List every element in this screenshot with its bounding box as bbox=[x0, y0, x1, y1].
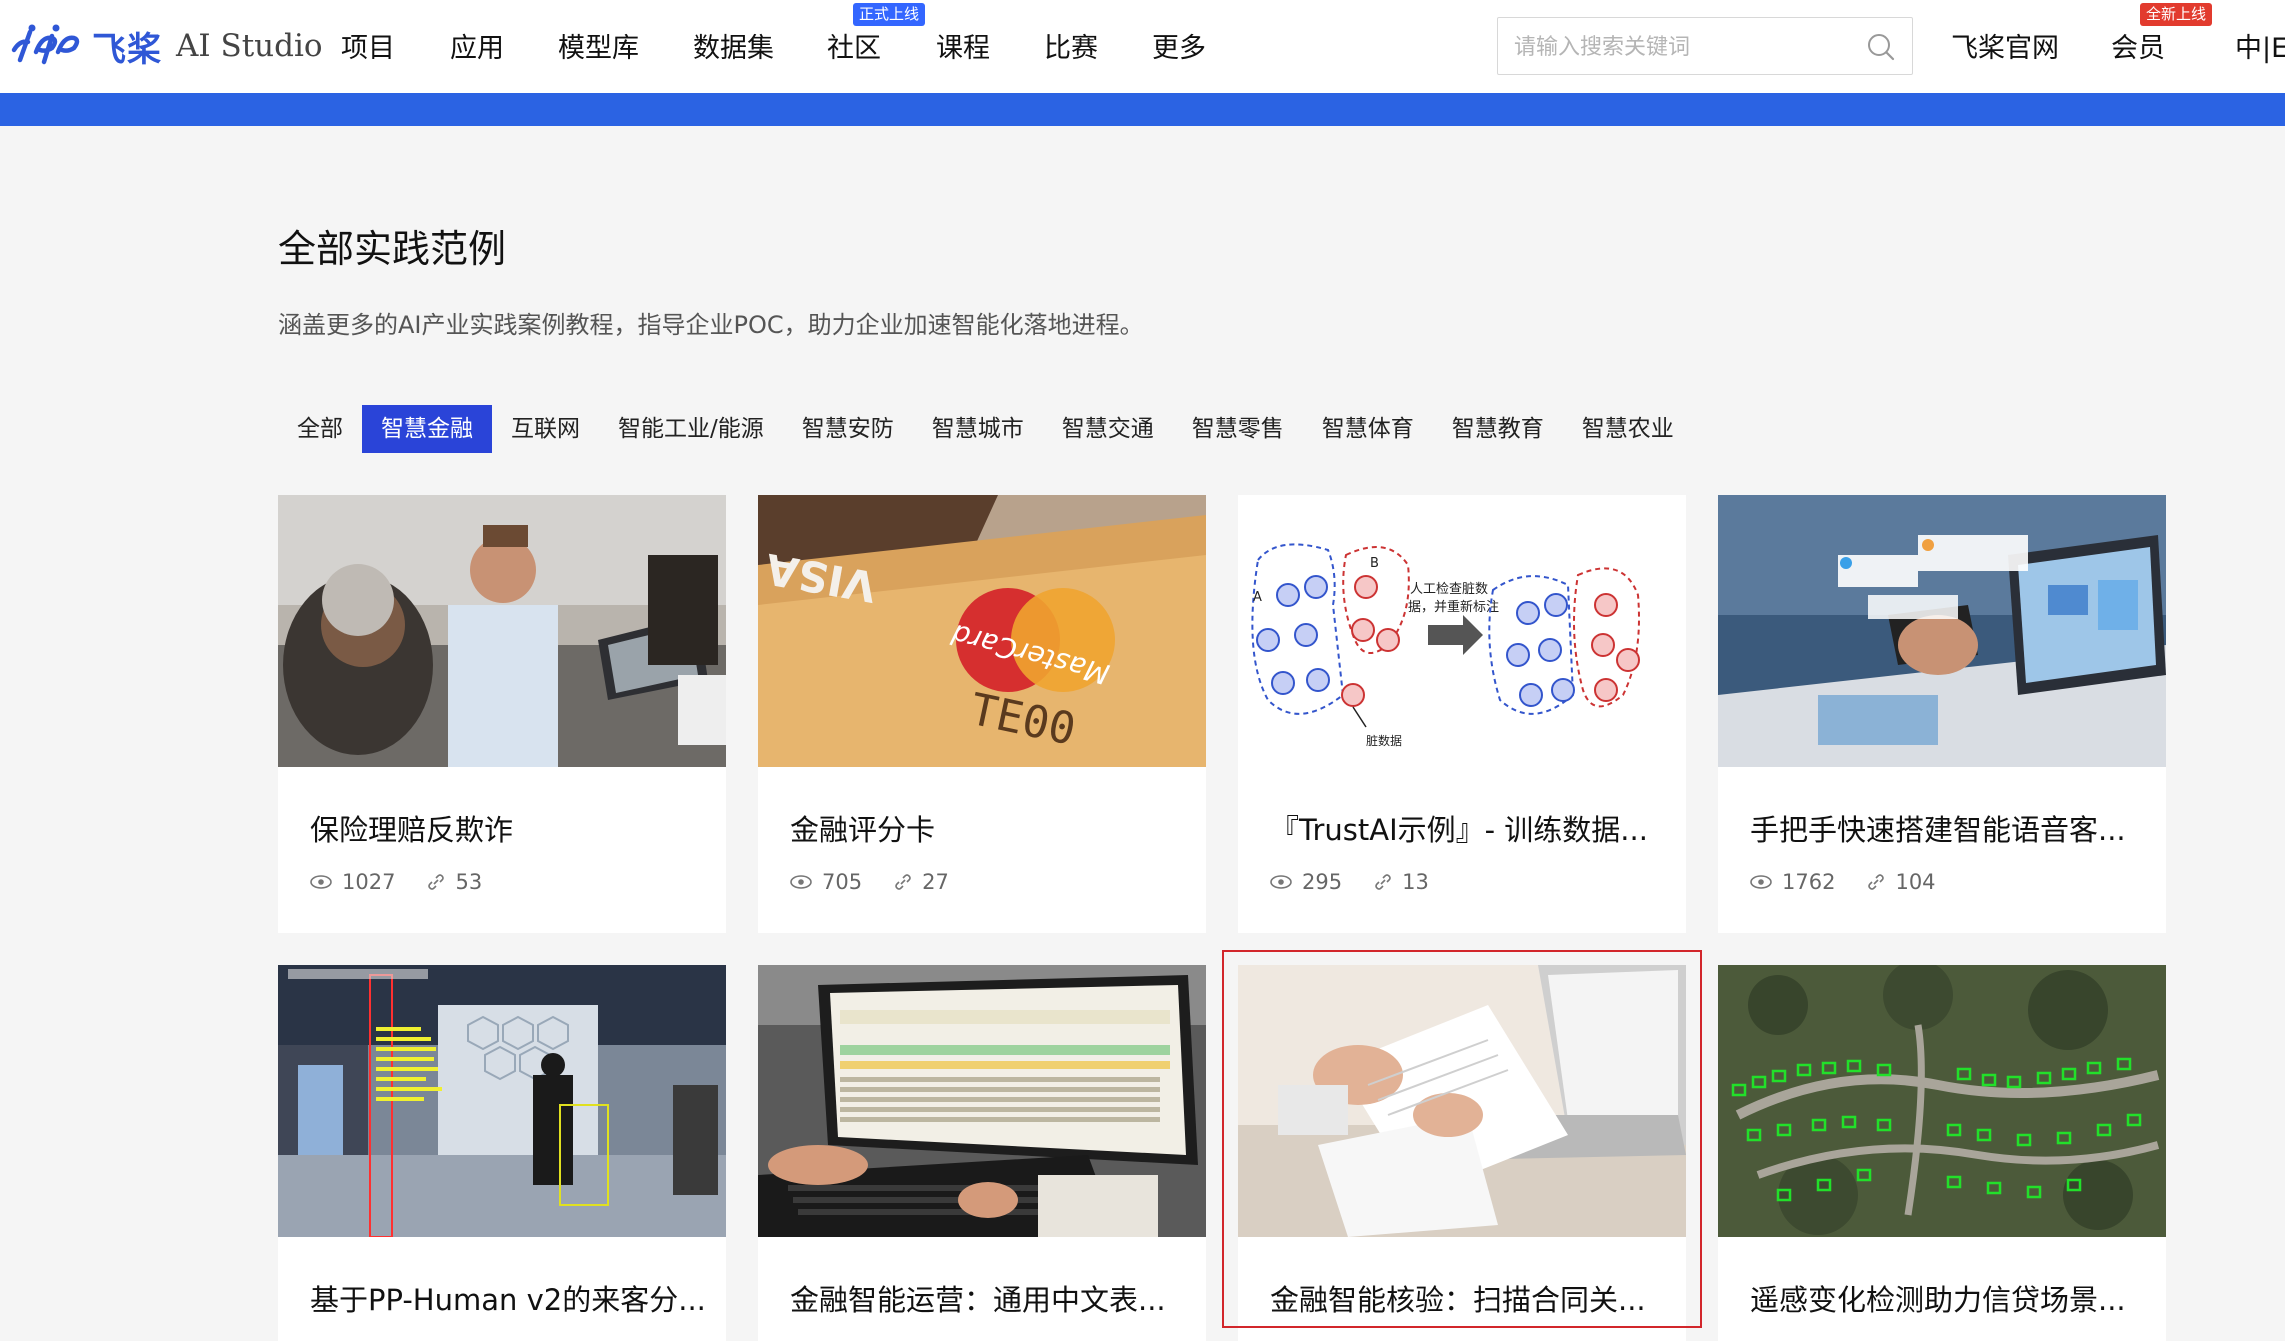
card-title[interactable]: 金融智能运营：通用中文表... bbox=[790, 1277, 1190, 1319]
card-stats: 295 13 bbox=[1270, 870, 1461, 894]
tab-transport[interactable]: 智慧交通 bbox=[1043, 405, 1173, 453]
tab-education[interactable]: 智慧教育 bbox=[1433, 405, 1563, 453]
page-title: 全部实践范例 bbox=[278, 227, 507, 271]
nav-item-competitions[interactable]: 比赛 bbox=[1044, 26, 1098, 65]
eye-icon bbox=[790, 875, 812, 889]
page-subtitle: 涵盖更多的AI产业实践案例教程，指导企业POC，助力企业加速智能化落地进程。 bbox=[278, 311, 1144, 339]
project-card[interactable]: MasterCard VISA TE00 金融评分卡 705 27 bbox=[758, 495, 1206, 933]
eye-icon bbox=[1750, 875, 1772, 889]
card-stats: 1762 104 bbox=[1750, 870, 1968, 894]
tab-retail[interactable]: 智慧零售 bbox=[1173, 405, 1303, 453]
nav-item-datasets[interactable]: 数据集 bbox=[693, 26, 774, 65]
views-count: 705 bbox=[822, 870, 863, 894]
tab-agriculture[interactable]: 智慧农业 bbox=[1563, 405, 1693, 453]
brand-name-en: AI Studio bbox=[176, 28, 323, 64]
project-card[interactable]: 保险理赔反欺诈 1027 53 bbox=[278, 495, 726, 933]
diagram-label-a: A bbox=[1253, 590, 1262, 605]
category-tabs: 全部 智慧金融 互联网 智能工业/能源 智慧安防 智慧城市 智慧交通 智慧零售 … bbox=[278, 405, 1693, 453]
eye-icon bbox=[310, 875, 332, 889]
views-count: 295 bbox=[1302, 870, 1343, 894]
selection-highlight-box bbox=[1222, 950, 1702, 1328]
tab-security[interactable]: 智慧安防 bbox=[783, 405, 913, 453]
diagram-dirty-label: 脏数据 bbox=[1366, 733, 1402, 748]
nav-item-more[interactable]: 更多 bbox=[1152, 26, 1206, 65]
card-thumbnail-voice-service bbox=[1718, 495, 2166, 767]
tab-smart-finance[interactable]: 智慧金融 bbox=[362, 405, 492, 453]
official-site-link[interactable]: 飞桨官网 bbox=[1951, 26, 2059, 65]
project-card[interactable]: 金融智能运营：通用中文表... bbox=[758, 965, 1206, 1341]
card-title[interactable]: 遥感变化检测助力信贷场景... bbox=[1750, 1277, 2150, 1319]
views-stat: 1027 bbox=[310, 870, 395, 894]
tab-internet[interactable]: 互联网 bbox=[492, 405, 599, 453]
brand-name-cn: 飞桨 bbox=[92, 29, 162, 70]
nav-item-apps[interactable]: 应用 bbox=[450, 26, 504, 65]
link-icon bbox=[895, 874, 911, 890]
forks-stat: 27 bbox=[894, 870, 949, 894]
card-thumbnail-credit-cards: MasterCard VISA TE00 bbox=[758, 495, 1206, 767]
card-thumbnail-trustai-diagram: A B 脏数据 人工检查脏数 据，并重新标注 bbox=[1238, 495, 1686, 767]
top-navigation-bar: 飞桨 AI Studio 项目 应用 模型库 数据集 社区 正式上线 课程 比赛… bbox=[0, 0, 2285, 93]
forks-count: 104 bbox=[1895, 870, 1936, 894]
card-title[interactable]: 金融评分卡 bbox=[790, 807, 1190, 849]
forks-count: 13 bbox=[1402, 870, 1429, 894]
link-icon bbox=[1868, 874, 1885, 890]
views-stat: 295 bbox=[1270, 870, 1342, 894]
card-thumbnail-ocr-table bbox=[758, 965, 1206, 1237]
views-count: 1762 bbox=[1782, 870, 1836, 894]
card-title[interactable]: 『TrustAI示例』- 训练数据... bbox=[1270, 807, 1670, 849]
forks-stat: 53 bbox=[427, 870, 482, 894]
nav-item-projects[interactable]: 项目 bbox=[341, 26, 395, 65]
card-thumbnail-meeting bbox=[278, 495, 726, 767]
project-card[interactable]: 手把手快速搭建智能语音客... 1762 104 bbox=[1718, 495, 2166, 933]
diagram-note-line1: 人工检查脏数 bbox=[1410, 582, 1488, 597]
member-link[interactable]: 会员 bbox=[2111, 26, 2165, 65]
nav-item-models[interactable]: 模型库 bbox=[558, 26, 639, 65]
card-thumbnail-remote-sensing bbox=[1718, 965, 2166, 1237]
search-input[interactable] bbox=[1514, 30, 1854, 64]
card-title[interactable]: 保险理赔反欺诈 bbox=[310, 807, 710, 849]
community-badge: 正式上线 bbox=[853, 3, 926, 26]
tab-industry-energy[interactable]: 智能工业/能源 bbox=[599, 405, 783, 453]
brand-logo[interactable]: 飞桨 AI Studio bbox=[10, 14, 323, 78]
project-card[interactable]: A B 脏数据 人工检查脏数 据，并重新标注 『TrustAI示例』- 训练数据… bbox=[1238, 495, 1686, 933]
tab-all[interactable]: 全部 bbox=[278, 405, 362, 453]
forks-count: 53 bbox=[455, 870, 483, 894]
forks-stat: 13 bbox=[1374, 870, 1429, 894]
card-stats: 705 27 bbox=[790, 870, 981, 894]
diagram-note-line2: 据，并重新标注 bbox=[1408, 599, 1499, 615]
search-icon[interactable] bbox=[1866, 32, 1896, 62]
card-title[interactable]: 基于PP-Human v2的来客分... bbox=[310, 1277, 710, 1319]
forks-stat: 104 bbox=[1867, 870, 1936, 894]
project-card[interactable]: 遥感变化检测助力信贷场景... bbox=[1718, 965, 2166, 1341]
eye-icon bbox=[1270, 875, 1292, 889]
diagram-label-b: B bbox=[1370, 556, 1379, 571]
tab-sports[interactable]: 智慧体育 bbox=[1303, 405, 1433, 453]
views-stat: 1762 bbox=[1750, 870, 1835, 894]
views-stat: 705 bbox=[790, 870, 862, 894]
nav-item-community[interactable]: 社区 bbox=[827, 26, 881, 65]
member-badge: 全新上线 bbox=[2140, 3, 2213, 26]
link-icon bbox=[1375, 874, 1391, 890]
paddle-logo-icon bbox=[11, 24, 80, 65]
banner-strip bbox=[0, 93, 2285, 126]
link-icon bbox=[428, 874, 445, 890]
nav-item-courses[interactable]: 课程 bbox=[936, 26, 990, 65]
card-thumbnail-pp-human bbox=[278, 965, 726, 1237]
project-card[interactable]: 基于PP-Human v2的来客分... bbox=[278, 965, 726, 1341]
forks-count: 27 bbox=[922, 870, 949, 894]
language-switch[interactable]: 中|En bbox=[2235, 26, 2285, 65]
views-count: 1027 bbox=[342, 870, 396, 894]
card-title[interactable]: 手把手快速搭建智能语音客... bbox=[1750, 807, 2150, 849]
tab-smart-city[interactable]: 智慧城市 bbox=[913, 405, 1043, 453]
card-stats: 1027 53 bbox=[310, 870, 514, 894]
search-box bbox=[1497, 17, 1913, 75]
